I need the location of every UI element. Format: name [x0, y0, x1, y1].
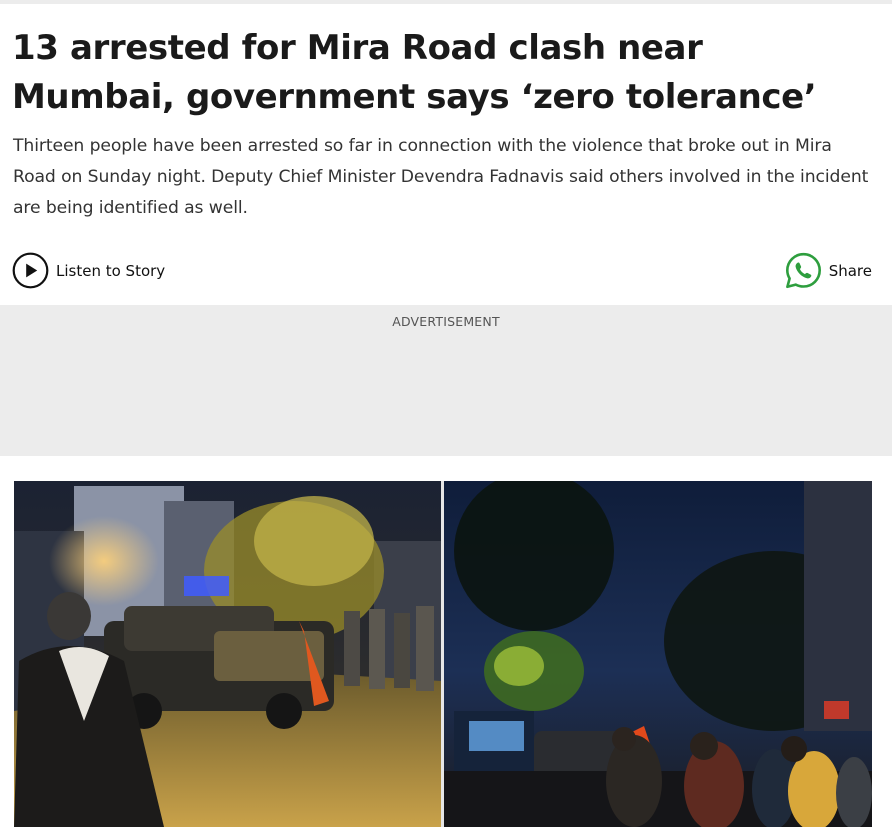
share-label: Share — [828, 261, 872, 280]
hero-right-panel — [444, 481, 872, 827]
advertisement-label: ADVERTISEMENT — [392, 314, 500, 329]
listen-to-story-label: Listen to Story — [56, 261, 166, 280]
whatsapp-icon — [784, 251, 823, 290]
article-summary: Thirteen people have been arrested so fa… — [13, 136, 869, 218]
hero-left-panel — [14, 481, 441, 827]
article-actions-bar: Listen to Story Share — [0, 250, 892, 292]
play-circle-icon — [12, 252, 49, 289]
article-hero-image — [14, 481, 872, 827]
share-button[interactable]: Share — [784, 251, 872, 290]
article-headline: 13 arrested for Mira Road clash near Mum… — [12, 28, 817, 117]
advertisement-slot: ADVERTISEMENT — [0, 305, 892, 456]
top-divider — [0, 0, 892, 4]
listen-to-story-button[interactable]: Listen to Story — [12, 252, 165, 289]
